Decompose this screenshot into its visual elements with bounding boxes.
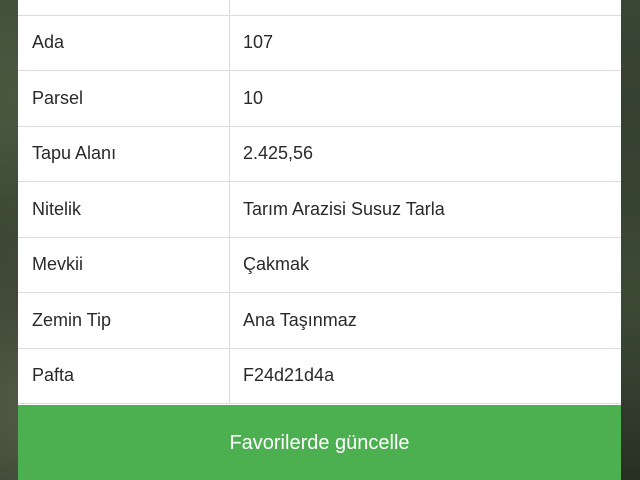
table-row-parsel: Parsel 10 <box>18 71 621 127</box>
zemin-tip-label: Zemin Tip <box>18 293 230 348</box>
table-row-nitelik: Nitelik Tarım Arazisi Susuz Tarla <box>18 182 621 238</box>
mevkii-value: Çakmak <box>243 254 310 275</box>
ada-label: Ada <box>18 15 230 70</box>
table-row-tapu-alani: Tapu Alanı 2.425,56 <box>18 126 621 182</box>
nitelik-value: Tarım Arazisi Susuz Tarla <box>243 198 445 219</box>
parcel-details-table: Ada 107 Parsel 10 Tapu Alanı 2.425,56 Ni… <box>18 0 621 404</box>
update-favorites-button[interactable]: Favorilerde güncelle <box>18 405 621 480</box>
pafta-value: F24d21d4a <box>243 365 335 386</box>
tapu-alani-value: 2.425,56 <box>243 143 314 164</box>
mevkii-label: Mevkii <box>18 237 230 292</box>
parsel-value: 10 <box>243 87 264 108</box>
pafta-label: Pafta <box>18 348 230 403</box>
parsel-label: Parsel <box>18 71 230 126</box>
zemin-tip-value: Ana Taşınmaz <box>243 309 357 330</box>
table-row-pafta: Pafta F24d21d4a <box>18 348 621 404</box>
table-row-mevkii: Mevkii Çakmak <box>18 237 621 293</box>
row-label <box>18 0 230 15</box>
row-value <box>230 0 621 15</box>
table-row-ada: Ada 107 <box>18 15 621 71</box>
nitelik-label: Nitelik <box>18 182 230 237</box>
tapu-alani-label: Tapu Alanı <box>18 126 230 181</box>
ada-value: 107 <box>243 32 274 53</box>
table-row-zemin-tip: Zemin Tip Ana Taşınmaz <box>18 293 621 349</box>
table-row-partial <box>18 0 621 16</box>
